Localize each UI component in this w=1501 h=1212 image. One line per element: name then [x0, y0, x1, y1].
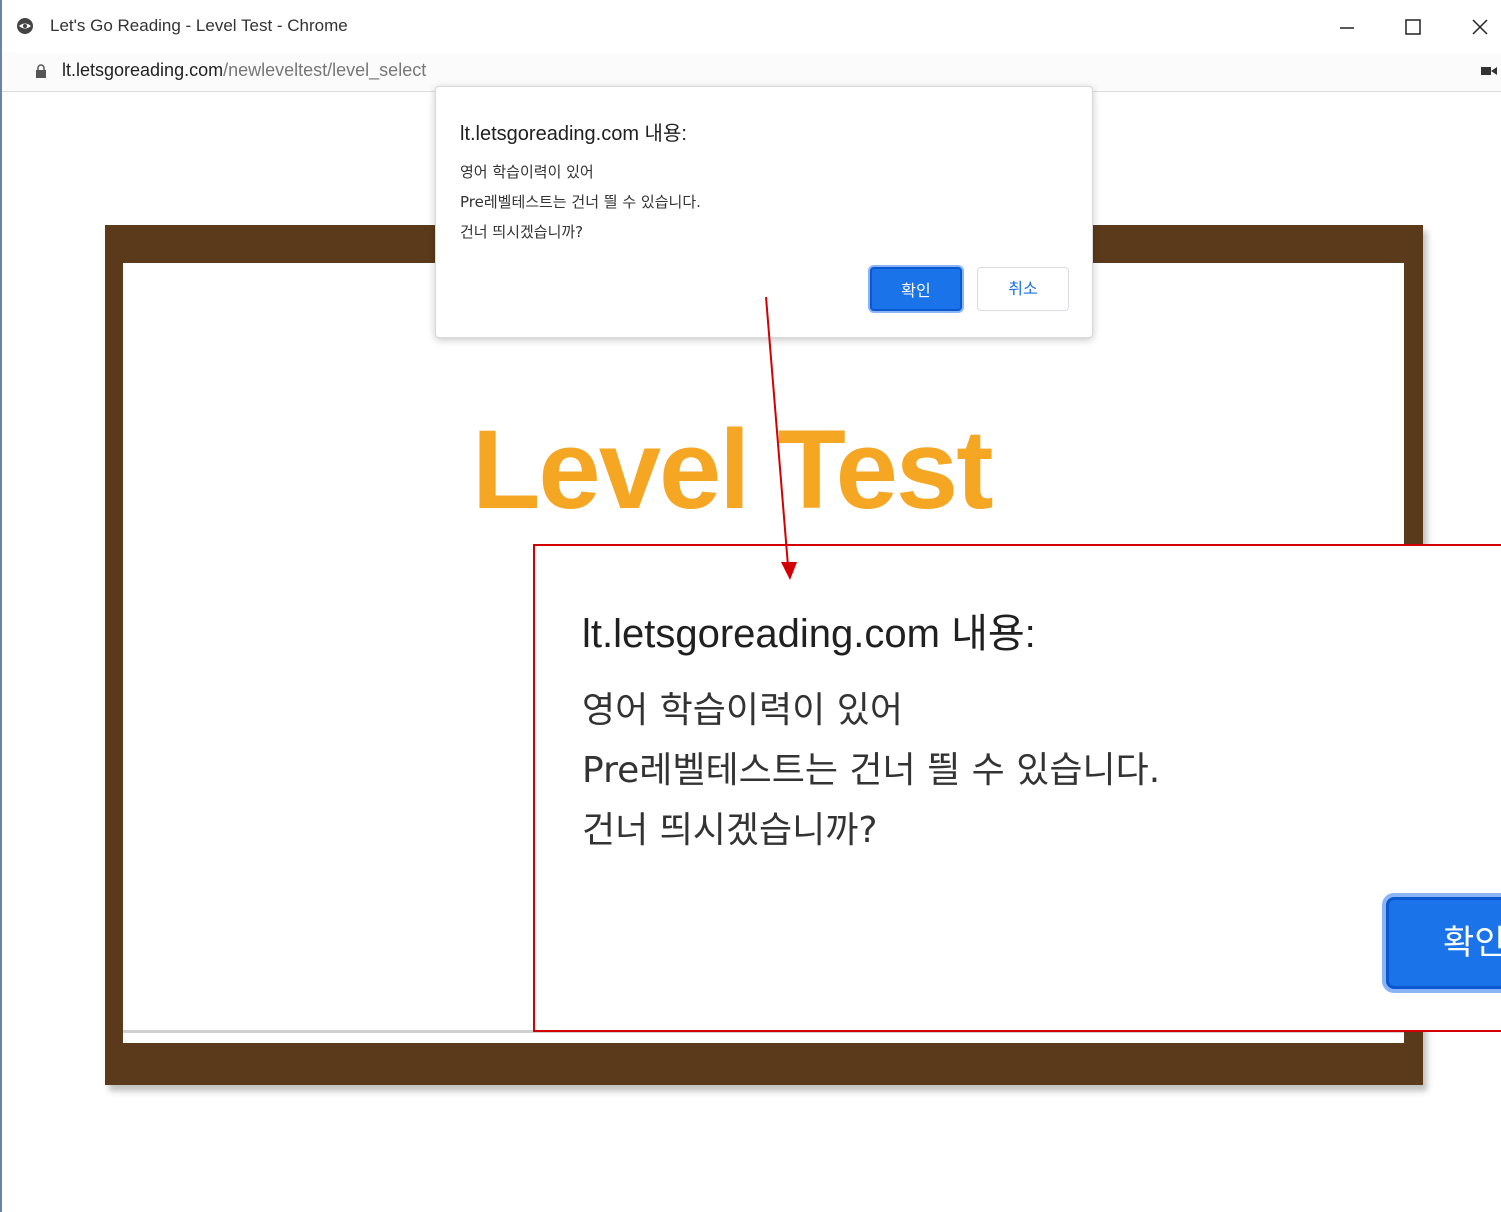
zoomed-dialog-callout: lt.letsgoreading.com 내용: 영어 학습이력이 있어 Pre… — [533, 544, 1501, 1032]
confirm-dialog: lt.letsgoreading.com 내용: 영어 학습이력이 있어 Pre… — [435, 86, 1093, 338]
url-host: lt.letsgoreading.com — [62, 60, 224, 80]
camera-icon[interactable] — [1481, 66, 1497, 76]
ok-button[interactable]: 확인 — [870, 267, 962, 311]
page-title: Level Test — [472, 407, 993, 532]
cancel-button[interactable]: 취소 — [977, 267, 1069, 311]
maximize-icon[interactable] — [1398, 12, 1428, 42]
globe-icon — [17, 18, 33, 34]
zoom-message-line: Pre레벨테스트는 건너 띌 수 있습니다. — [582, 750, 1161, 791]
window-title: Let's Go Reading - Level Test - Chrome — [50, 16, 348, 35]
zoom-dialog-origin: lt.letsgoreading.com 내용: — [582, 612, 1036, 656]
browser-window: Let's Go Reading - Level Test - Chrome l… — [0, 0, 1501, 1212]
zoom-ok-button: 확인 — [1386, 897, 1501, 989]
zoom-dialog-message: 영어 학습이력이 있어 Pre레벨테스트는 건너 띌 수 있습니다. 건너 띄시… — [582, 681, 1160, 861]
minimize-icon[interactable] — [1332, 12, 1362, 42]
dialog-origin: lt.letsgoreading.com 내용: — [460, 123, 687, 145]
url-text[interactable]: lt.letsgoreading.com/newleveltest/level_… — [62, 60, 426, 81]
dialog-message-line: Pre레벨테스트는 건너 띌 수 있습니다. — [460, 193, 701, 211]
dialog-message: 영어 학습이력이 있어 Pre레벨테스트는 건너 띌 수 있습니다. 건너 띄시… — [460, 157, 701, 247]
url-path: /newleveltest/level_select — [223, 60, 427, 80]
lock-icon — [36, 64, 46, 78]
zoom-message-line: 영어 학습이력이 있어 — [582, 690, 903, 731]
title-bar: Let's Go Reading - Level Test - Chrome — [2, 0, 1501, 53]
dialog-message-line: 건너 띄시겠습니까? — [460, 223, 584, 241]
zoom-message-line: 건너 띄시겠습니까? — [582, 810, 878, 851]
close-icon[interactable] — [1465, 12, 1495, 42]
dialog-message-line: 영어 학습이력이 있어 — [460, 163, 594, 181]
